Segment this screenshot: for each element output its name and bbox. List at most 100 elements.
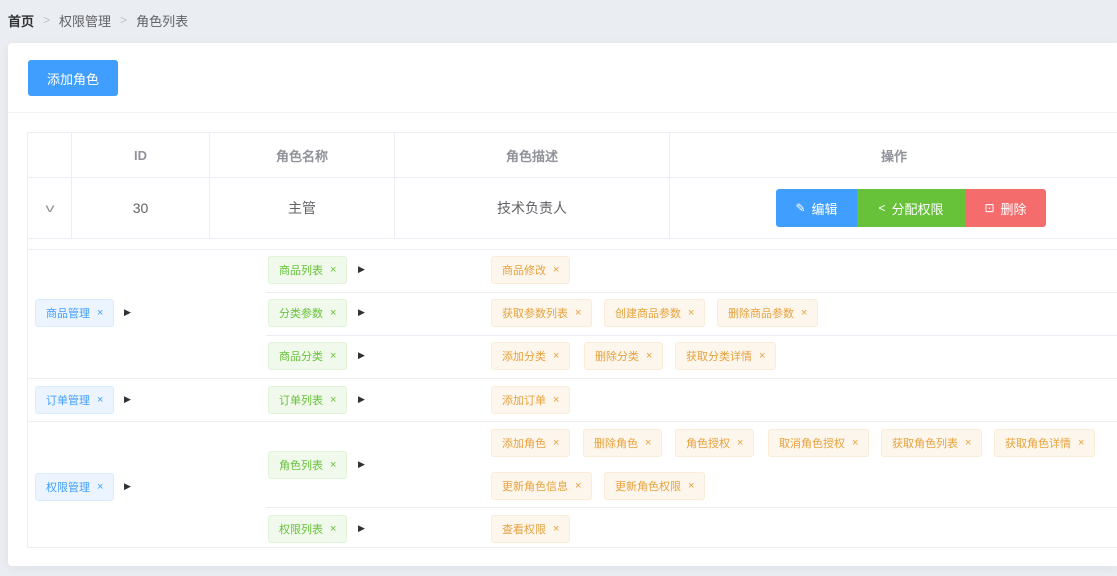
close-icon[interactable]: × [553, 437, 559, 449]
close-icon[interactable]: × [688, 480, 694, 492]
close-icon[interactable]: × [97, 307, 103, 319]
close-icon[interactable]: × [553, 523, 559, 535]
divider [8, 112, 1117, 113]
divider [28, 378, 1117, 379]
right-tag-l3[interactable]: 更新角色权限 × [604, 472, 706, 500]
cell-role-desc: 技术负责人 [395, 178, 670, 238]
delete-button[interactable]: ⊡ 删除 [965, 189, 1046, 227]
close-icon[interactable]: × [1078, 437, 1084, 449]
tag-label: 获取分类详情 [686, 351, 752, 363]
right-tag-l2[interactable]: 订单列表 × [268, 386, 348, 414]
tag-label: 更新角色权限 [615, 481, 681, 493]
right-tag-l2[interactable]: 分类参数 × [268, 299, 348, 327]
close-icon[interactable]: × [801, 307, 807, 319]
close-icon[interactable]: × [330, 264, 336, 276]
right-tag-l3[interactable]: 添加分类 × [491, 342, 571, 370]
right-tag-l3[interactable]: 更新角色信息 × [491, 472, 593, 500]
right-tag-l2[interactable]: 商品列表 × [268, 256, 348, 284]
tag-label: 删除分类 [595, 351, 639, 363]
right-tag-l2[interactable]: 商品分类 × [268, 342, 348, 370]
close-icon[interactable]: × [553, 350, 559, 362]
tag-label: 角色列表 [279, 460, 323, 472]
close-icon[interactable]: × [575, 307, 581, 319]
tag-label: 订单管理 [46, 395, 90, 407]
caret-right-icon: ▶ [358, 394, 365, 404]
close-icon[interactable]: × [645, 437, 651, 449]
expand-column-header [28, 133, 72, 178]
close-icon[interactable]: × [759, 350, 765, 362]
caret-right-icon: ▶ [358, 459, 365, 469]
close-icon[interactable]: × [852, 437, 858, 449]
right-tag-l3[interactable]: 取消角色授权 × [768, 429, 870, 457]
close-icon[interactable]: × [553, 394, 559, 406]
cell-role-name: 主管 [210, 178, 395, 238]
close-icon[interactable]: × [553, 264, 559, 276]
close-icon[interactable]: × [330, 350, 336, 362]
assign-rights-button[interactable]: < 分配权限 [857, 189, 965, 227]
close-icon[interactable]: × [575, 480, 581, 492]
right-tag-l3[interactable]: 添加订单 × [491, 386, 571, 414]
edit-button[interactable]: ✎ 编辑 [776, 189, 857, 227]
close-icon[interactable]: × [965, 437, 971, 449]
close-icon[interactable]: × [330, 523, 336, 535]
tag-label: 商品分类 [279, 351, 323, 363]
caret-right-icon: ▶ [124, 394, 131, 404]
right-tag-l2[interactable]: 权限列表 × [268, 515, 348, 543]
close-icon[interactable]: × [646, 350, 652, 362]
share-icon: < [878, 201, 886, 215]
tag-label: 删除商品参数 [728, 308, 794, 320]
close-icon[interactable]: × [97, 394, 103, 406]
right-tag-l3[interactable]: 查看权限 × [491, 515, 571, 543]
breadcrumb: 首页 > 权限管理 > 角色列表 [8, 10, 188, 30]
column-header-operations: 操作 [880, 149, 907, 164]
caret-right-icon: ▶ [358, 307, 365, 317]
tag-label: 添加分类 [502, 351, 546, 363]
divider [266, 507, 1117, 508]
close-icon[interactable]: × [737, 437, 743, 449]
right-tag-l1[interactable]: 权限管理 × [35, 473, 115, 501]
right-tag-l3[interactable]: 获取分类详情 × [675, 342, 777, 370]
right-tag-l1[interactable]: 商品管理 × [35, 299, 115, 327]
right-tag-l3[interactable]: 获取角色详情 × [994, 429, 1096, 457]
roles-card: 添加角色 ID 角色名称 角色描述 操作 v 30 主管 技术负责人 ✎ 编辑 … [8, 43, 1117, 566]
tag-label: 获取角色详情 [1005, 438, 1071, 450]
caret-right-icon: ▶ [124, 307, 131, 317]
right-tag-l3[interactable]: 角色授权 × [675, 429, 755, 457]
tag-label: 删除角色 [594, 438, 638, 450]
tag-label: 查看权限 [502, 524, 546, 536]
right-tag-l3[interactable]: 删除分类 × [584, 342, 664, 370]
table-header: ID 角色名称 角色描述 操作 [28, 133, 1117, 178]
right-tag-l3[interactable]: 获取参数列表 × [491, 299, 593, 327]
tag-label: 创建商品参数 [615, 308, 681, 320]
right-tag-l2[interactable]: 角色列表 × [268, 451, 348, 479]
add-role-button[interactable]: 添加角色 [28, 60, 118, 96]
breadcrumb-separator: > [120, 13, 128, 27]
right-tag-l3[interactable]: 删除角色 × [583, 429, 663, 457]
expand-toggle[interactable]: v [28, 178, 72, 238]
breadcrumb-home[interactable]: 首页 [8, 11, 34, 30]
right-tag-l3[interactable]: 创建商品参数 × [604, 299, 706, 327]
right-tag-l3[interactable]: 删除商品参数 × [717, 299, 819, 327]
close-icon[interactable]: × [330, 307, 336, 319]
right-tag-l3[interactable]: 获取角色列表 × [881, 429, 983, 457]
right-tag-l1[interactable]: 订单管理 × [35, 386, 115, 414]
tag-label: 添加角色 [502, 438, 546, 450]
edit-icon: ✎ [795, 201, 806, 215]
tag-label: 添加订单 [502, 395, 546, 407]
chevron-down-icon[interactable]: v [45, 201, 54, 215]
close-icon[interactable]: × [97, 481, 103, 493]
right-tag-l3[interactable]: 添加角色 × [491, 429, 571, 457]
delete-button-label: 删除 [1000, 201, 1027, 217]
close-icon[interactable]: × [688, 307, 694, 319]
close-icon[interactable]: × [330, 459, 336, 471]
column-header-role-desc: 角色描述 [395, 133, 670, 178]
breadcrumb-separator: > [43, 13, 51, 27]
tag-label: 权限管理 [46, 482, 90, 494]
right-tag-l3[interactable]: 商品修改 × [491, 256, 571, 284]
cell-id: 30 [72, 178, 210, 238]
close-icon[interactable]: × [330, 394, 336, 406]
tag-label: 获取角色列表 [892, 438, 958, 450]
tag-label: 商品列表 [279, 265, 323, 277]
tag-label: 分类参数 [279, 308, 323, 320]
tag-label: 商品管理 [46, 308, 90, 320]
